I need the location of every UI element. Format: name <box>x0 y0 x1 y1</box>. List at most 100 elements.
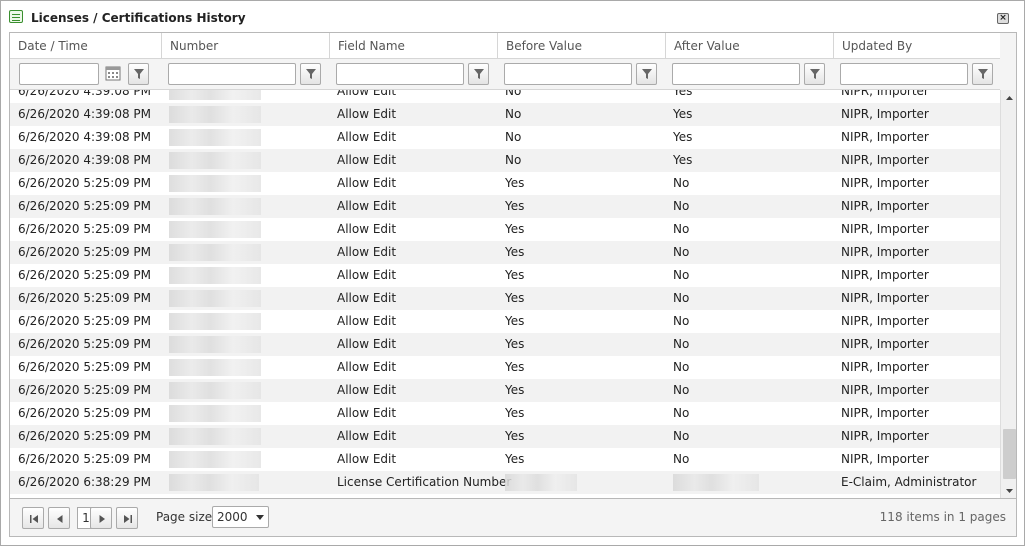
cell-before-value: Yes <box>505 429 525 443</box>
table-row[interactable]: 6/26/2020 5:25:09 PM Allow Edit Yes No NIPR,… <box>10 425 1000 448</box>
cell-date: 6/26/2020 5:25:09 PM <box>18 199 152 213</box>
column-header-field-name[interactable]: Field Name <box>329 33 497 59</box>
calendar-icon[interactable] <box>105 65 121 81</box>
cell-after-value: No <box>673 452 690 466</box>
cell-field-name: Allow Edit <box>337 199 397 213</box>
table-row[interactable]: 6/26/2020 4:39:08 PM Allow Edit No Yes NIPR,… <box>10 90 1000 103</box>
cell-updated-by: NIPR, Importer <box>841 406 929 420</box>
column-header-before-value[interactable]: Before Value <box>497 33 665 59</box>
filter-icon[interactable] <box>636 63 657 85</box>
cell-after-value: No <box>673 360 690 374</box>
cell-number <box>161 379 261 402</box>
cell-updated-by: NIPR, Importer <box>841 291 929 305</box>
cell-date: 6/26/2020 5:25:09 PM <box>18 452 152 466</box>
chevron-down-icon <box>256 515 264 520</box>
field-name-filter-input[interactable] <box>336 63 464 85</box>
table-row[interactable]: 6/26/2020 5:25:09 PM Allow Edit Yes No NIPR,… <box>10 287 1000 310</box>
cell-date: 6/26/2020 6:38:29 PM <box>18 475 152 489</box>
cell-before-value: Yes <box>505 314 525 328</box>
filter-icon[interactable] <box>468 63 489 85</box>
cell-number <box>161 90 261 103</box>
cell-number <box>161 310 261 333</box>
close-icon[interactable]: × <box>997 13 1009 24</box>
column-header-updated-by[interactable]: Updated By <box>833 33 1000 59</box>
redacted-number <box>169 198 261 215</box>
page-size-select[interactable]: 2000 <box>212 506 269 528</box>
cell-after-value: No <box>673 245 690 259</box>
table-row[interactable]: 6/26/2020 5:25:09 PM Allow Edit Yes No NIPR,… <box>10 310 1000 333</box>
cell-before-value: Yes <box>505 383 525 397</box>
cell-after-value: Yes <box>673 107 693 121</box>
filter-icon[interactable] <box>128 63 149 85</box>
scroll-up-icon[interactable] <box>1002 90 1016 107</box>
table-row[interactable]: 6/26/2020 5:25:09 PM Allow Edit Yes No NIPR,… <box>10 218 1000 241</box>
cell-before-value: Yes <box>505 360 525 374</box>
cell-before-value: Yes <box>505 222 525 236</box>
redacted-number <box>169 382 261 399</box>
cell-after-value: No <box>673 291 690 305</box>
redacted-number <box>169 106 261 123</box>
table-row[interactable]: 6/26/2020 4:39:08 PM Allow Edit No Yes NIPR,… <box>10 149 1000 172</box>
cell-updated-by: NIPR, Importer <box>841 199 929 213</box>
column-header-after-value[interactable]: After Value <box>665 33 833 59</box>
cell-number <box>161 356 261 379</box>
cell-before-value: Yes <box>505 176 525 190</box>
column-header-number[interactable]: Number <box>161 33 329 59</box>
filter-icon[interactable] <box>300 63 321 85</box>
filter-icon[interactable] <box>804 63 825 85</box>
redacted-number <box>169 428 261 445</box>
cell-number <box>161 264 261 287</box>
history-dialog: Licenses / Certifications History × Date… <box>0 0 1025 546</box>
redacted-number <box>169 244 261 261</box>
cell-after-value: No <box>673 314 690 328</box>
table-row[interactable]: 6/26/2020 5:25:09 PM Allow Edit Yes No NIPR,… <box>10 241 1000 264</box>
cell-date: 6/26/2020 5:25:09 PM <box>18 406 152 420</box>
date-filter-input[interactable] <box>19 63 99 85</box>
cell-field-name: Allow Edit <box>337 130 397 144</box>
cell-before-value: No <box>505 153 522 167</box>
cell-number <box>161 471 259 494</box>
after-value-filter-input[interactable] <box>672 63 800 85</box>
vertical-scrollbar[interactable] <box>1000 90 1016 498</box>
cell-updated-by: NIPR, Importer <box>841 176 929 190</box>
number-filter-input[interactable] <box>168 63 296 85</box>
cell-date: 6/26/2020 5:25:09 PM <box>18 360 152 374</box>
before-value-filter-input[interactable] <box>504 63 632 85</box>
table-row[interactable]: 6/26/2020 5:25:09 PM Allow Edit Yes No NIPR,… <box>10 195 1000 218</box>
table-row[interactable]: 6/26/2020 5:25:09 PM Allow Edit Yes No NIPR,… <box>10 172 1000 195</box>
table-row[interactable]: 6/26/2020 5:25:09 PM Allow Edit Yes No NIPR,… <box>10 402 1000 425</box>
redacted-number <box>169 336 261 353</box>
cell-after-value: No <box>673 337 690 351</box>
table-row[interactable]: 6/26/2020 4:39:08 PM Allow Edit No Yes NIPR,… <box>10 103 1000 126</box>
updated-by-filter-input[interactable] <box>840 63 968 85</box>
redacted-number <box>169 267 261 284</box>
table-row[interactable]: 6/26/2020 4:39:08 PM Allow Edit No Yes NIPR,… <box>10 126 1000 149</box>
cell-number <box>161 241 261 264</box>
redacted-number <box>169 90 261 100</box>
scroll-down-icon[interactable] <box>1002 482 1016 498</box>
dialog-titlebar: Licenses / Certifications History × <box>1 1 1024 32</box>
table-row[interactable]: 6/26/2020 5:25:09 PM Allow Edit Yes No NIPR,… <box>10 448 1000 471</box>
pager-info: 118 items in 1 pages <box>879 510 1006 524</box>
cell-updated-by: NIPR, Importer <box>841 337 929 351</box>
filter-icon[interactable] <box>972 63 993 85</box>
next-page-icon[interactable] <box>90 507 112 529</box>
cell-date: 6/26/2020 5:25:09 PM <box>18 291 152 305</box>
cell-field-name: Allow Edit <box>337 291 397 305</box>
table-row[interactable]: 6/26/2020 5:25:09 PM Allow Edit Yes No NIPR,… <box>10 333 1000 356</box>
scrollbar-thumb[interactable] <box>1003 429 1016 479</box>
first-page-icon[interactable] <box>22 507 44 529</box>
cell-date: 6/26/2020 5:25:09 PM <box>18 314 152 328</box>
cell-number <box>161 448 261 471</box>
cell-updated-by: NIPR, Importer <box>841 107 929 121</box>
cell-before-value: Yes <box>505 245 525 259</box>
table-row[interactable]: 6/26/2020 5:25:09 PM Allow Edit Yes No NIPR,… <box>10 264 1000 287</box>
last-page-icon[interactable] <box>116 507 138 529</box>
cell-before-value: Yes <box>505 199 525 213</box>
cell-after-value: No <box>673 406 690 420</box>
prev-page-icon[interactable] <box>48 507 70 529</box>
table-row[interactable]: 6/26/2020 5:25:09 PM Allow Edit Yes No NIPR,… <box>10 356 1000 379</box>
table-row[interactable]: 6/26/2020 6:38:29 PM License Certificatio… <box>10 471 1000 494</box>
column-header-date[interactable]: Date / Time <box>10 33 161 59</box>
table-row[interactable]: 6/26/2020 5:25:09 PM Allow Edit Yes No NIPR,… <box>10 379 1000 402</box>
